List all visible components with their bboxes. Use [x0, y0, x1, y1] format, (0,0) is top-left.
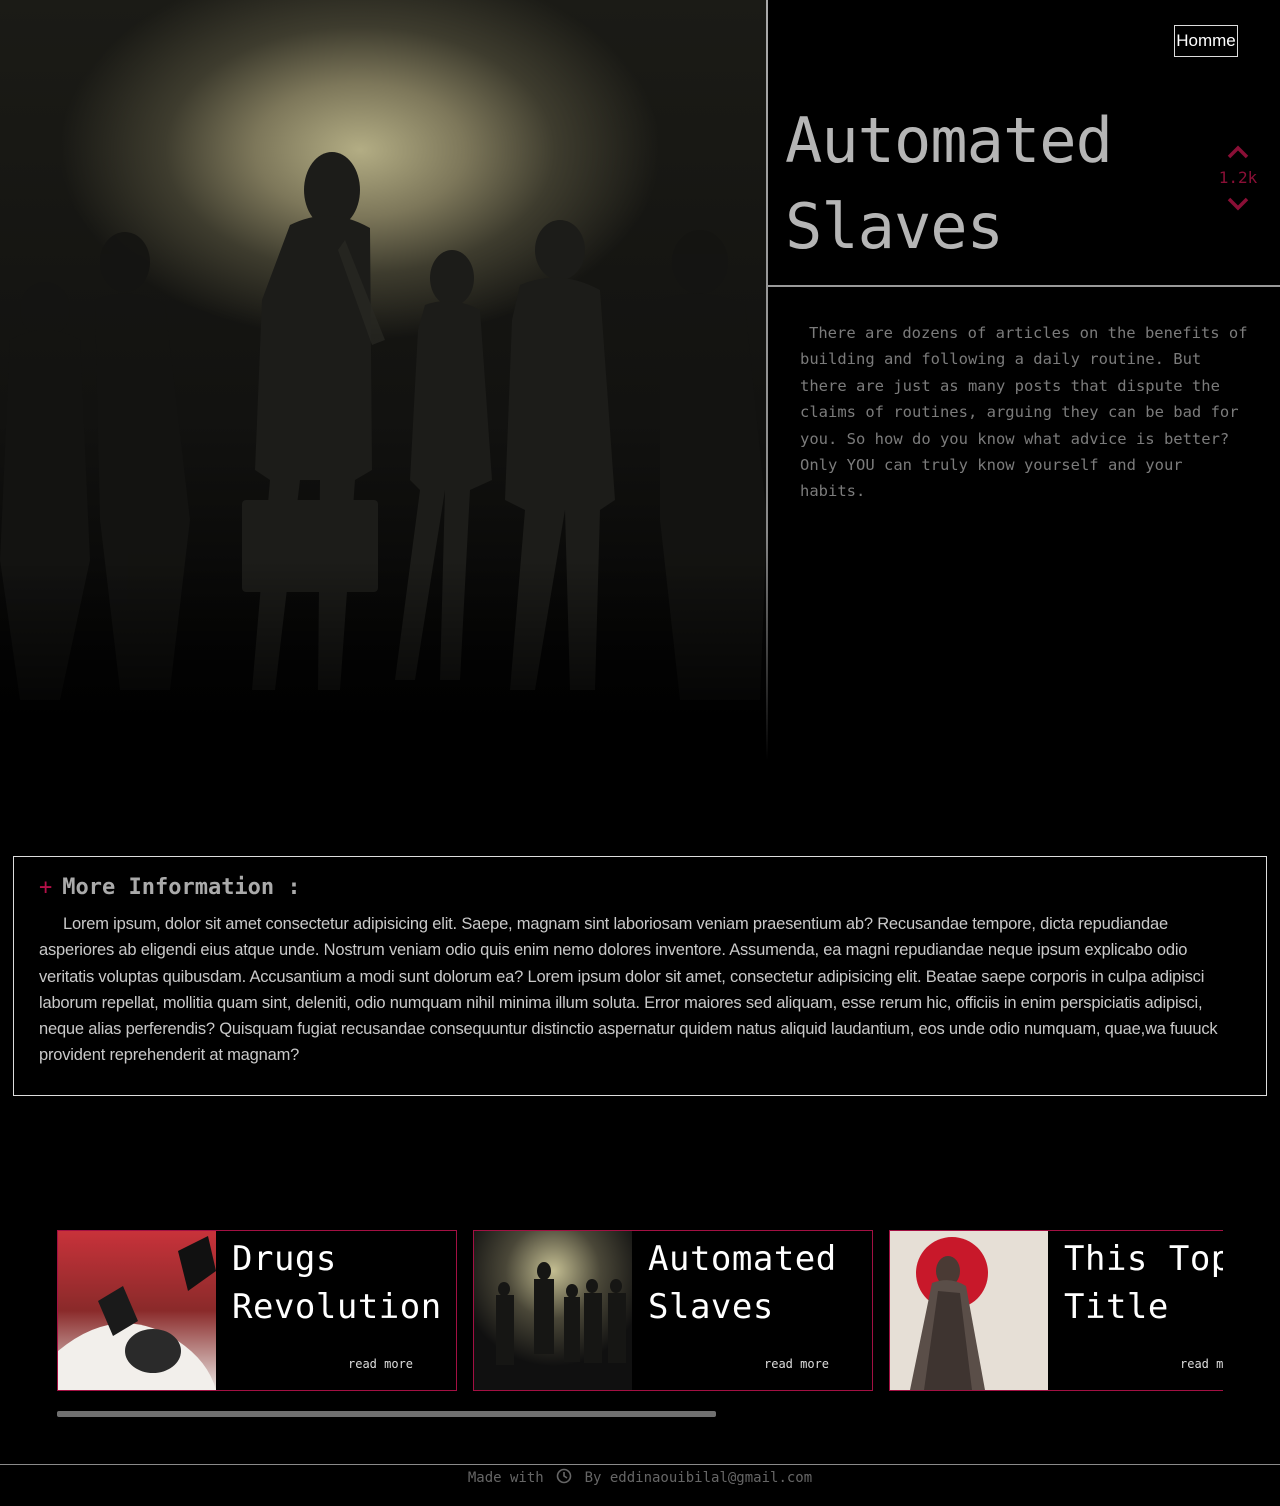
- footer-made-with: Made with: [467, 1470, 544, 1486]
- vote-count: 1.2k: [1218, 168, 1258, 187]
- upvote-button[interactable]: [1214, 140, 1262, 164]
- card-thumbnail: [58, 1231, 216, 1390]
- crowd-thumbnail: [474, 1231, 632, 1390]
- more-information-title: + More Information :: [39, 873, 1242, 903]
- chevron-down-icon: [1227, 197, 1249, 211]
- card-title[interactable]: Automated Slaves: [648, 1235, 868, 1331]
- article-card[interactable]: This Topic Title read more: [889, 1230, 1223, 1391]
- page-title: Automated Slaves: [785, 104, 1113, 263]
- walking-crowd-illustration: [0, 152, 767, 700]
- read-more-link[interactable]: read more: [1180, 1357, 1223, 1371]
- more-information-text: Lorem ipsum, dolor sit amet consectetur …: [39, 915, 1218, 1065]
- horizontal-divider: [768, 285, 1280, 287]
- hero-image: [0, 0, 767, 760]
- card-title[interactable]: Drugs Revolution: [232, 1235, 452, 1331]
- article-carousel[interactable]: Drugs Revolution read more Automated Sla…: [57, 1230, 1223, 1391]
- red-sun-figure-thumbnail: [890, 1231, 1048, 1390]
- footer-divider: [0, 1464, 1280, 1465]
- card-thumbnail: [890, 1231, 1048, 1390]
- more-information-box: + More Information : Lorem ipsum, dolor s…: [13, 856, 1267, 1096]
- footer: Made with By eddinaouibilal@gmail.com: [0, 1466, 1280, 1490]
- plus-icon[interactable]: +: [39, 875, 52, 900]
- vertical-divider: [766, 0, 768, 760]
- downvote-button[interactable]: [1214, 192, 1262, 216]
- footer-author[interactable]: By eddinaouibilal@gmail.com: [585, 1470, 813, 1486]
- home-button[interactable]: Homme: [1174, 25, 1238, 57]
- more-information-label: More Information :: [62, 875, 301, 900]
- drugs-illustration: [58, 1231, 216, 1390]
- hero-description: There are dozens of articles on the bene…: [800, 324, 1248, 501]
- read-more-link[interactable]: read more: [348, 1357, 413, 1371]
- article-card[interactable]: Automated Slaves read more: [473, 1230, 873, 1391]
- chevron-up-icon: [1227, 145, 1249, 159]
- card-title[interactable]: This Topic Title: [1064, 1235, 1223, 1331]
- vote-widget: 1.2k: [1214, 140, 1262, 216]
- read-more-link[interactable]: read more: [764, 1357, 829, 1371]
- article-card[interactable]: Drugs Revolution read more: [57, 1230, 457, 1391]
- carousel-scrollbar[interactable]: [57, 1411, 716, 1417]
- card-thumbnail: [474, 1231, 632, 1390]
- clock-icon: [556, 1468, 572, 1484]
